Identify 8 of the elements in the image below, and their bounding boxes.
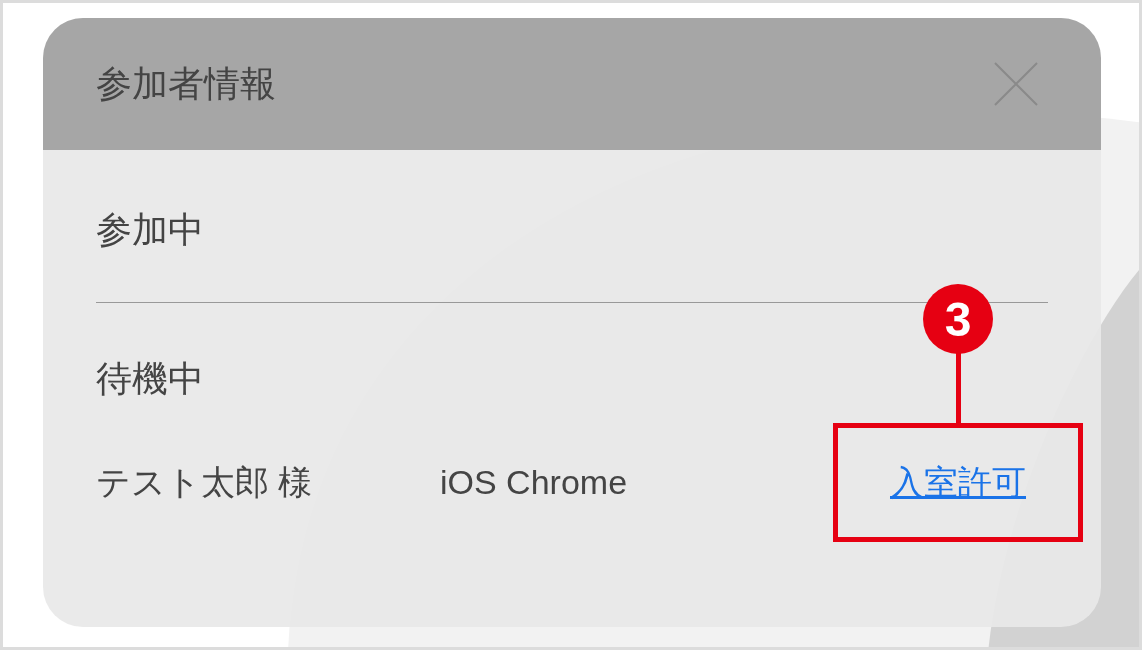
device-label: iOS Chrome: [440, 463, 628, 502]
callout-number: 3: [923, 284, 993, 354]
admit-link[interactable]: 入室許可: [890, 459, 1026, 506]
section-heading: 参加中: [96, 208, 204, 252]
dialog-title: 参加者情報: [96, 61, 276, 106]
close-icon[interactable]: [993, 61, 1039, 107]
section-heading: 待機中: [96, 357, 204, 401]
participant-name: テスト太郎 様: [96, 461, 314, 503]
